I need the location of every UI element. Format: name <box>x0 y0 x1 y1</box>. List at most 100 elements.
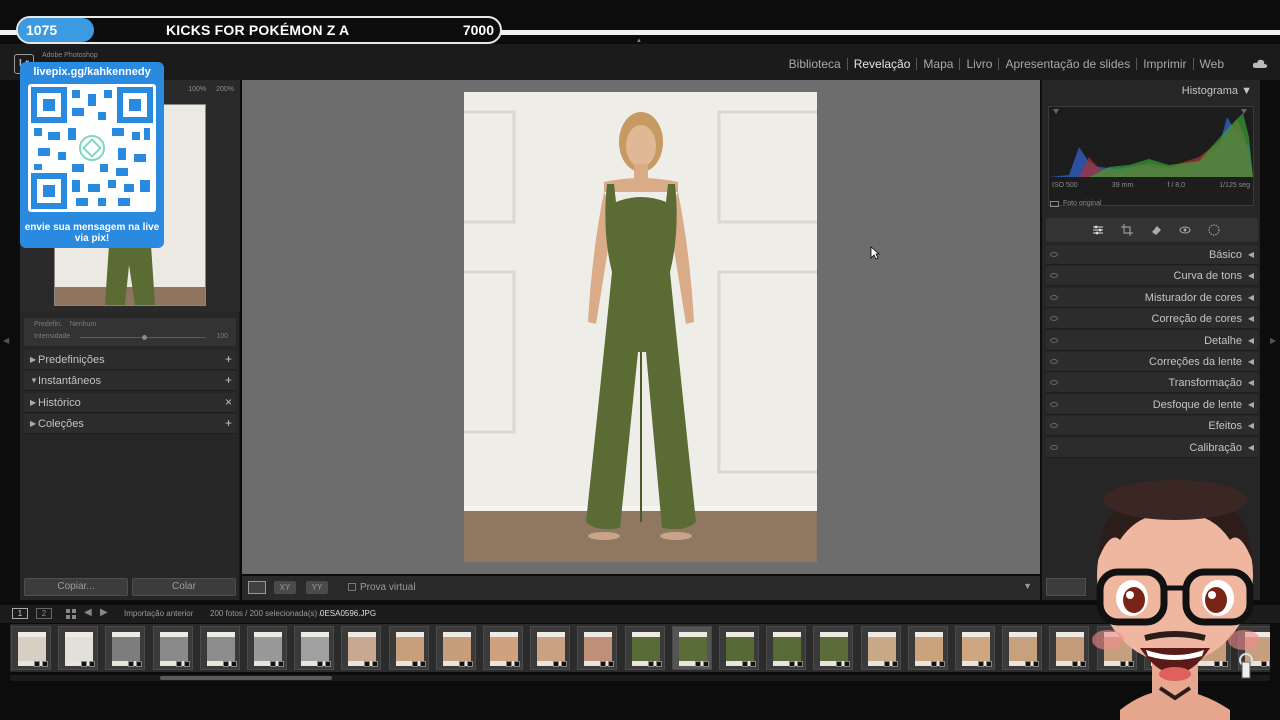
zoom-option[interactable]: 100% <box>188 86 206 93</box>
filmstrip-thumbnail[interactable] <box>341 626 382 670</box>
metadata-badge-icon <box>222 661 229 667</box>
eye-icon[interactable] <box>1050 337 1058 343</box>
filmstrip-thumbnail[interactable] <box>388 626 429 670</box>
module-2[interactable]: Mapa <box>917 57 959 71</box>
filmstrip-thumbnail[interactable] <box>58 626 99 670</box>
eye-icon[interactable] <box>1050 359 1058 364</box>
filmstrip-thumbnail[interactable] <box>860 626 901 670</box>
zoom-option[interactable]: 200% <box>216 86 234 93</box>
eye-icon[interactable] <box>1050 294 1058 300</box>
left-panel-toggle-icon[interactable]: ◀ <box>3 336 9 345</box>
module-1[interactable]: Revelação <box>848 57 917 71</box>
paste-settings-button[interactable]: Colar <box>132 578 236 596</box>
right-section-row[interactable]: Efeitos ◀ <box>1046 416 1258 437</box>
filmstrip-thumbnail[interactable] <box>247 626 287 670</box>
right-section-row[interactable]: Correções da lente ◀ <box>1046 352 1258 372</box>
metadata-badge-icon <box>1025 661 1032 667</box>
left-section-row[interactable]: ▼ Instantâneos + <box>24 371 236 391</box>
right-section-row[interactable]: Transformação ◀ <box>1046 373 1258 394</box>
filmstrip-thumbnail[interactable] <box>152 626 193 670</box>
copy-settings-button[interactable]: Copiar... <box>24 578 128 596</box>
right-section-row[interactable]: Calibração ◀ <box>1046 437 1258 458</box>
filmstrip-scroll-thumb[interactable] <box>160 676 332 680</box>
eye-icon[interactable] <box>1050 380 1058 386</box>
module-6[interactable]: Web <box>1194 57 1230 71</box>
loupe-view-button[interactable] <box>248 581 266 594</box>
right-section-row[interactable]: Misturador de cores ◀ <box>1046 287 1258 308</box>
filmstrip-thumbnail[interactable] <box>1002 626 1043 670</box>
module-3[interactable]: Livro <box>960 57 998 71</box>
main-window-button[interactable]: 1 <box>12 608 28 619</box>
sliders-icon[interactable] <box>1092 224 1104 236</box>
section-action-button[interactable]: + <box>225 352 232 366</box>
eye-icon[interactable] <box>1050 444 1058 450</box>
module-0[interactable]: Biblioteca <box>783 57 847 71</box>
original-photo-checkbox[interactable] <box>1050 200 1059 207</box>
forward-arrow-icon[interactable]: ▶ <box>100 607 108 618</box>
original-photo-toggle[interactable]: Foto original <box>1050 200 1102 207</box>
left-section-row[interactable]: ▶ Predefinições + <box>24 350 236 370</box>
right-section-label: Transformação <box>1168 377 1242 390</box>
grid-icon[interactable] <box>66 609 76 619</box>
module-4[interactable]: Apresentação de slides <box>999 57 1136 71</box>
back-arrow-icon[interactable]: ◀ <box>84 607 92 618</box>
mask-icon[interactable] <box>1208 224 1220 236</box>
section-action-button[interactable]: + <box>225 416 232 430</box>
left-section-row[interactable]: ▶ Coleções + <box>24 414 236 434</box>
collapsed-triangle-icon: ◀ <box>1247 421 1254 431</box>
second-window-button[interactable]: 2 <box>36 608 52 619</box>
top-panel-toggle-icon[interactable]: ▲ <box>636 38 642 44</box>
eye-icon[interactable] <box>1050 252 1058 257</box>
main-photo[interactable] <box>464 92 817 562</box>
current-filename[interactable]: 0ESA0596.JPG <box>320 609 376 618</box>
amount-slider-knob[interactable] <box>142 335 147 340</box>
eye-icon[interactable] <box>1050 316 1058 322</box>
redeye-icon[interactable] <box>1179 224 1191 236</box>
filmstrip-thumbnail[interactable] <box>435 626 476 670</box>
right-section-row[interactable]: Correção de cores ◀ <box>1046 309 1258 330</box>
filmstrip-thumbnail[interactable] <box>577 626 618 670</box>
filmstrip-thumbnail[interactable] <box>955 626 995 670</box>
section-action-button[interactable]: × <box>225 395 232 409</box>
filmstrip-thumbnail[interactable] <box>199 626 240 670</box>
crop-icon[interactable] <box>1121 224 1133 236</box>
filmstrip-thumbnail[interactable] <box>11 626 51 670</box>
filmstrip-thumbnail[interactable] <box>294 626 335 670</box>
histogram-title[interactable]: Histograma ▼ <box>1182 85 1252 97</box>
eye-icon[interactable] <box>1050 273 1058 279</box>
filmstrip-thumbnail[interactable] <box>530 626 571 670</box>
filmstrip-thumbnail[interactable] <box>719 626 759 670</box>
metadata-badge-icon <box>836 661 843 667</box>
right-section-row[interactable]: Desfoque de lente ◀ <box>1046 394 1258 415</box>
section-action-button[interactable]: + <box>225 373 232 387</box>
edit-badge-icon <box>136 661 143 667</box>
right-section-row[interactable]: Curva de tons ◀ <box>1046 266 1258 287</box>
cloud-sync-icon[interactable] <box>1252 59 1268 69</box>
filmstrip-thumbnail[interactable] <box>907 626 948 670</box>
filmstrip-source[interactable]: Importação anterior <box>124 609 193 618</box>
photo-canvas[interactable] <box>242 80 1040 574</box>
soft-proof-checkbox[interactable] <box>348 583 356 591</box>
filmstrip-thumbnail[interactable] <box>766 626 807 670</box>
filmstrip-thumbnail[interactable] <box>671 626 712 670</box>
eye-icon[interactable] <box>1050 401 1058 407</box>
right-section-row[interactable]: Detalhe ◀ <box>1046 330 1258 351</box>
right-panel-toggle-icon[interactable]: ▶ <box>1270 336 1276 345</box>
eraser-icon[interactable] <box>1150 224 1162 236</box>
left-section-row[interactable]: ▶ Histórico × <box>24 393 236 413</box>
histogram[interactable] <box>1048 106 1254 206</box>
filmstrip-thumbnail[interactable] <box>813 626 854 670</box>
metadata-badge-icon <box>930 661 937 667</box>
eye-icon[interactable] <box>1050 423 1058 429</box>
right-section-row[interactable]: Básico ◀ <box>1046 245 1258 265</box>
preset-value[interactable]: Nenhum <box>70 321 96 328</box>
toolbar-menu-icon[interactable]: ▼ <box>1023 581 1032 591</box>
filmstrip-thumbnail[interactable] <box>624 626 665 670</box>
compare-view-button[interactable]: XY <box>274 581 296 594</box>
histogram-graph <box>1049 109 1253 205</box>
exif-info: ISO 500 39 mm f / 8,0 1/125 seg <box>1052 182 1250 189</box>
module-5[interactable]: Imprimir <box>1137 57 1192 71</box>
filmstrip-thumbnail[interactable] <box>483 626 523 670</box>
before-after-button[interactable]: YY <box>306 581 328 594</box>
filmstrip-thumbnail[interactable] <box>105 626 146 670</box>
